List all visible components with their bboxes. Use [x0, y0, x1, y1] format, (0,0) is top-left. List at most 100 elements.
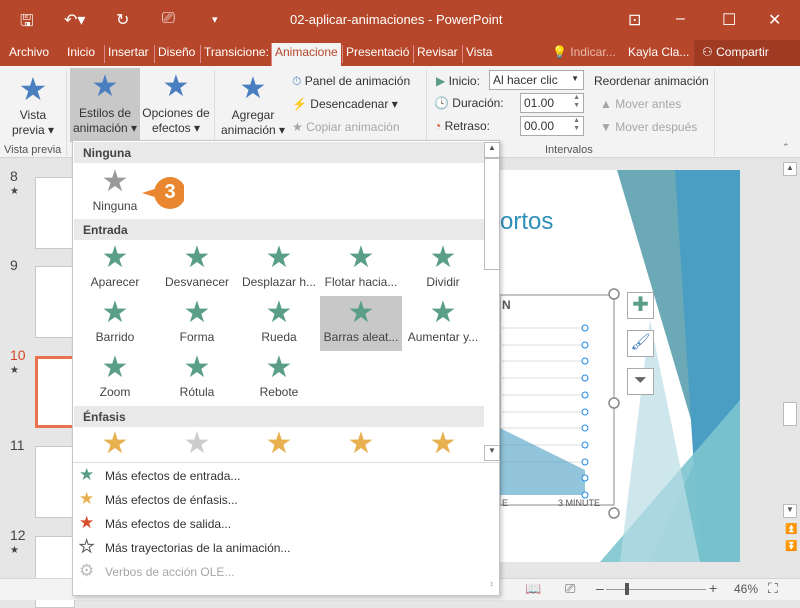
slide-thumbnail[interactable]	[35, 177, 75, 249]
effect-entrance[interactable]: ★ Zoom	[74, 351, 156, 406]
zoom-out-button[interactable]: –	[596, 580, 604, 596]
tell-me[interactable]: 💡 Indicar...	[552, 45, 616, 59]
resize-grip-icon[interactable]: ⠘	[487, 581, 494, 592]
animation-pane-button[interactable]: ⏱ Panel de animación	[292, 74, 410, 89]
effect-entrance[interactable]: ★ Aumentar y...	[402, 296, 484, 351]
effect-emphasis[interactable]: ★	[156, 427, 238, 462]
move-later-button[interactable]: ▼ Mover después	[600, 120, 697, 134]
lightning-icon: ⚡	[292, 97, 307, 111]
next-slide-icon[interactable]: ⏬	[785, 541, 797, 552]
present-icon[interactable]: ⎚	[162, 10, 175, 28]
star-icon: ★	[347, 241, 375, 274]
vertical-scrollbar-thumb[interactable]	[783, 402, 797, 426]
move-before-label: Mover antes	[615, 97, 682, 111]
tab-transiciones[interactable]: Transicione:	[200, 45, 268, 63]
add-label: Agregar	[231, 108, 275, 122]
share-button[interactable]: ⚇ Compartir	[694, 40, 800, 66]
effect-entrance[interactable]: ★ Rueda	[238, 296, 320, 351]
menu-item[interactable]: ★ Más trayectorias de la animación...	[73, 536, 499, 560]
tab-diseno[interactable]: Diseño	[154, 45, 195, 63]
delay-value: 00.00	[524, 119, 555, 133]
minimize-icon[interactable]: –	[676, 10, 685, 28]
clock-icon: 🕓	[434, 96, 449, 110]
duration-input[interactable]: 01.00 ▲ ▼	[520, 93, 584, 113]
group-label-timing: Intervalos	[545, 144, 593, 156]
chart-elements-button[interactable]: ✚	[627, 292, 654, 319]
menu-item[interactable]: ★ Más efectos de entrada...	[73, 464, 499, 488]
tab-animaciones[interactable]: Animacione	[271, 43, 341, 66]
add-animation-button[interactable]: ★ Agregar animación ▾	[218, 70, 288, 138]
copy-star-icon: ★	[292, 120, 303, 134]
effect-options-button[interactable]: ★ Opciones de efectos ▾	[140, 68, 212, 136]
spinner-icon[interactable]: ▲ ▼	[573, 94, 580, 110]
effect-entrance[interactable]: ★ Forma	[156, 296, 238, 351]
redo-icon[interactable]: ↻	[116, 10, 129, 30]
move-earlier-button[interactable]: ▲ Mover antes	[600, 97, 681, 111]
star-icon: ★	[101, 241, 129, 274]
effect-emphasis[interactable]: ★	[238, 427, 320, 462]
menu-item-label: Más trayectorias de la animación...	[105, 541, 291, 555]
slide-thumbnail[interactable]	[35, 356, 75, 428]
previous-slide-icon[interactable]: ⏫	[785, 524, 797, 535]
scroll-up-button[interactable]: ▲	[783, 162, 797, 176]
zoom-slider[interactable]	[606, 589, 706, 590]
exit-star-icon: ★	[79, 513, 95, 532]
menu-item[interactable]: ★ Más efectos de énfasis...	[73, 488, 499, 512]
effect-entrance[interactable]: ★ Rótula	[156, 351, 238, 406]
effect-entrance[interactable]: ★ Desplazar h...	[238, 241, 320, 296]
spinner-icon[interactable]: ▲ ▼	[573, 117, 580, 133]
tab-presentacion[interactable]: Presentació	[342, 45, 412, 63]
section-header-emphasis: Énfasis	[74, 406, 484, 427]
gallery-scroll-up[interactable]: ▲	[484, 142, 500, 158]
effect-emphasis[interactable]: ★	[320, 427, 402, 462]
tab-archivo[interactable]: Archivo	[6, 45, 49, 63]
effect-label: Forma	[179, 330, 215, 344]
collapse-ribbon-icon[interactable]: ⌃	[782, 142, 790, 153]
zoom-level[interactable]: 46%	[734, 582, 758, 596]
user-name[interactable]: Kayla Cla...	[628, 45, 689, 59]
striped-star-icon: ★	[162, 70, 190, 103]
effect-entrance[interactable]: ★ Aparecer	[74, 241, 156, 296]
fit-to-window-icon[interactable]: ⛶	[768, 580, 778, 597]
tab-insertar[interactable]: Insertar	[104, 45, 149, 63]
gallery-scrollbar-thumb[interactable]	[484, 158, 500, 270]
chart-styles-button[interactable]: 🖌	[627, 330, 654, 357]
customize-icon[interactable]: ▾	[212, 13, 218, 26]
effect-emphasis[interactable]: ★	[74, 427, 156, 462]
menu-item[interactable]: ⚙ Verbos de acción OLE...	[73, 560, 499, 584]
close-icon[interactable]: ✕	[768, 10, 781, 30]
ribbon-display-icon[interactable]: ⊡	[628, 10, 641, 30]
slideshow-icon[interactable]: ⎚	[565, 581, 575, 597]
start-select[interactable]: Al hacer clic ▼	[489, 70, 584, 90]
gallery-scroll-down[interactable]: ▼	[484, 445, 500, 461]
effect-emphasis[interactable]: ★	[402, 427, 484, 462]
effect-entrance[interactable]: ★ Dividir	[402, 241, 484, 296]
effect-entrance[interactable]: ★ Flotar hacia...	[320, 241, 402, 296]
effect-entrance[interactable]: ★ Desvanecer	[156, 241, 238, 296]
chart-filters-button[interactable]: ⏷	[627, 368, 654, 395]
zoom-in-button[interactable]: +	[709, 580, 717, 596]
animation-styles-button[interactable]: ★ Estilos de animación ▾	[70, 68, 140, 142]
copy-animation-button[interactable]: ★ Copiar animación	[292, 120, 400, 134]
effect-entrance[interactable]: ★ Barrido	[74, 296, 156, 351]
effect-entrance[interactable]: ★ Barras aleat...	[320, 296, 402, 351]
tab-revisar[interactable]: Revisar	[413, 45, 458, 63]
tab-inicio[interactable]: Inicio	[64, 45, 95, 63]
effect-entrance[interactable]: ★ Rebote	[238, 351, 320, 406]
slide-number: 11	[10, 437, 25, 453]
zoom-slider-thumb[interactable]	[625, 583, 629, 595]
reading-view-icon[interactable]: 📖	[525, 581, 541, 597]
trigger-button[interactable]: ⚡ Desencadenar ▾	[292, 97, 398, 111]
delay-input[interactable]: 00.00 ▲ ▼	[520, 116, 584, 136]
slide-thumbnail[interactable]	[35, 266, 75, 338]
preview-label: Vista	[19, 108, 47, 122]
slide-thumbnail[interactable]	[35, 446, 75, 518]
save-icon[interactable]: 🖫	[20, 10, 34, 37]
preview-button[interactable]: ★ Vista previa ▾	[4, 70, 62, 138]
more-effects-menu: ★ Más efectos de entrada... ★ Más efectos d…	[73, 464, 499, 584]
tab-vista[interactable]: Vista	[462, 45, 492, 63]
menu-item[interactable]: ★ Más efectos de salida...	[73, 512, 499, 536]
scroll-down-button[interactable]: ▼	[783, 504, 797, 518]
maximize-icon[interactable]: ☐	[722, 10, 736, 30]
undo-icon[interactable]: ↶▾	[64, 10, 85, 30]
